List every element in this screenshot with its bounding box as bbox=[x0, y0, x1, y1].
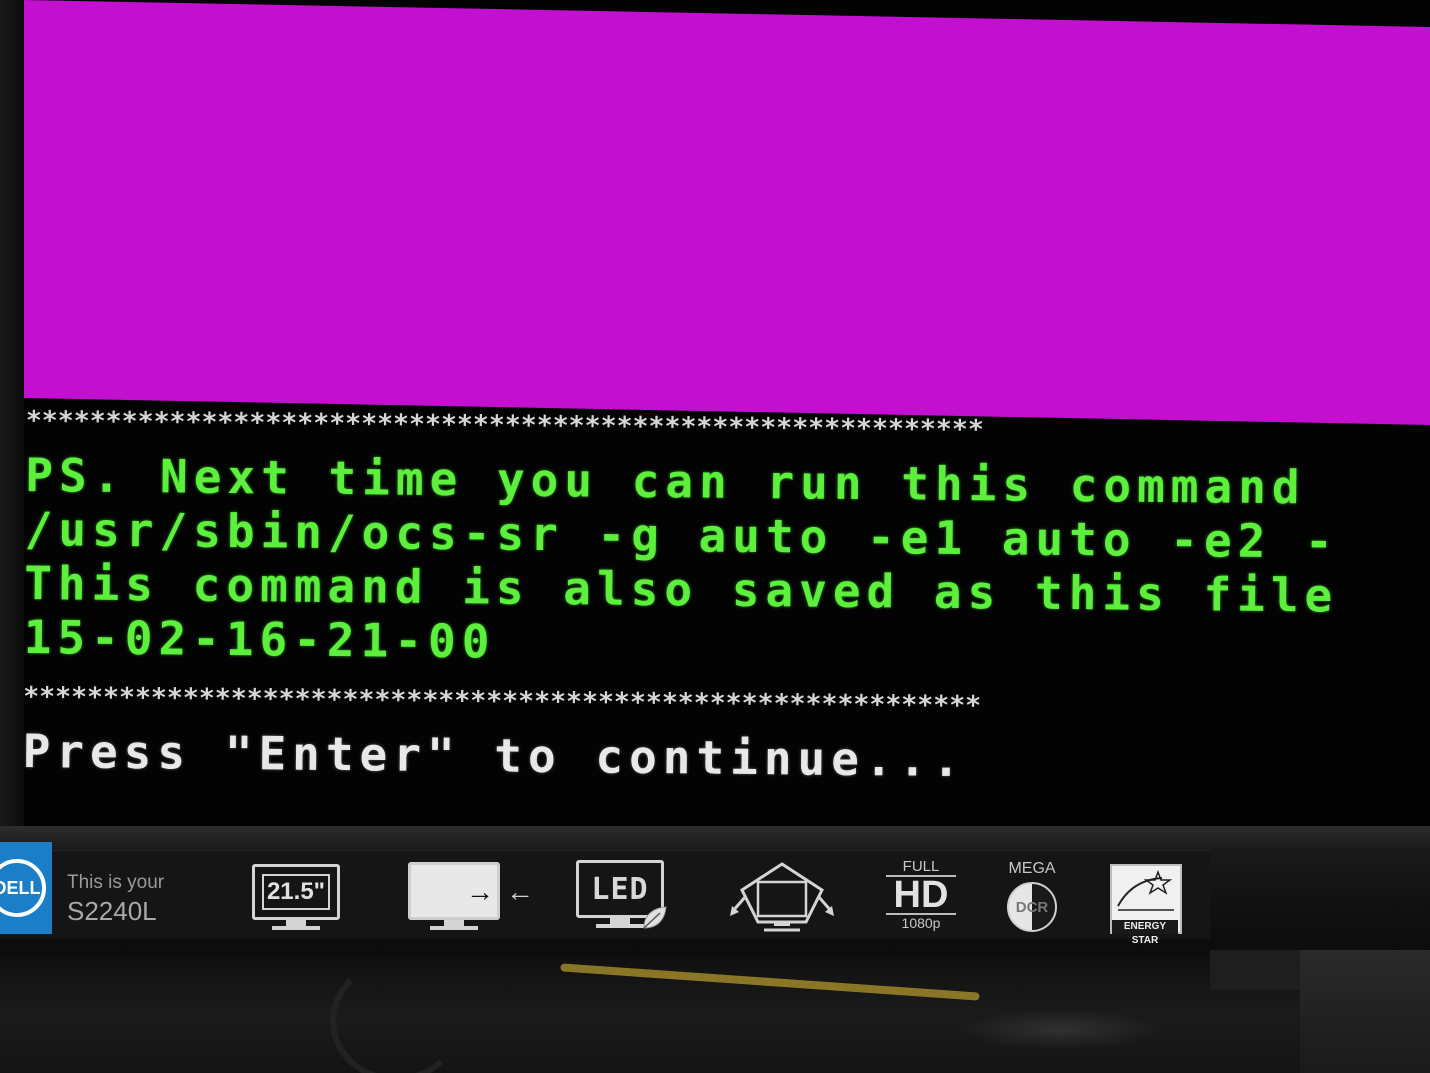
leaf-icon bbox=[643, 906, 667, 929]
size-label: 21.5" bbox=[262, 874, 330, 910]
screen-background bbox=[24, 0, 1430, 425]
dell-logo-text: DELL bbox=[0, 859, 46, 917]
dcr-label: DCR bbox=[1007, 882, 1057, 932]
hd-label: HD bbox=[886, 875, 956, 915]
continue-prompt[interactable]: Press "Enter" to continue... bbox=[24, 724, 966, 787]
full-label: FULL bbox=[902, 858, 940, 875]
arrow-left-icon: ← bbox=[506, 876, 534, 907]
cable bbox=[330, 960, 462, 1073]
energy-star-label: ENERGY STAR bbox=[1112, 920, 1178, 946]
full-hd-icon: FULL HD 1080p bbox=[886, 858, 956, 940]
dell-logo-icon: DELL bbox=[0, 842, 52, 934]
terminal-line-filename: 15-02-16-21-00 bbox=[24, 610, 496, 669]
separator-line: ****************************************… bbox=[24, 682, 982, 722]
slim-monitor-icon: → ← bbox=[408, 862, 538, 934]
resolution-label: 1080p bbox=[901, 915, 941, 931]
mega-dcr-icon: MEGA DCR bbox=[1000, 860, 1064, 940]
model-label: This is your S2240L bbox=[67, 872, 164, 927]
arrow-right-icon: → bbox=[466, 876, 494, 907]
monitor-stand bbox=[1300, 950, 1430, 1073]
model-number: S2240L bbox=[67, 896, 157, 926]
monitor-stand bbox=[1210, 950, 1310, 990]
light-glare bbox=[960, 1010, 1160, 1050]
monitor-size-icon: 21.5" bbox=[252, 864, 346, 934]
model-intro: This is your bbox=[67, 872, 165, 893]
monitor-bezel-left bbox=[0, 0, 26, 840]
mega-label: MEGA bbox=[1008, 860, 1056, 877]
monitor-photo: ****************************************… bbox=[0, 0, 1430, 1073]
energy-star-icon: ENERGY STAR bbox=[1110, 864, 1184, 946]
tilt-monitor-icon bbox=[728, 860, 836, 936]
led-monitor-icon: LED bbox=[576, 860, 672, 940]
monitor-screen: ****************************************… bbox=[24, 0, 1430, 830]
